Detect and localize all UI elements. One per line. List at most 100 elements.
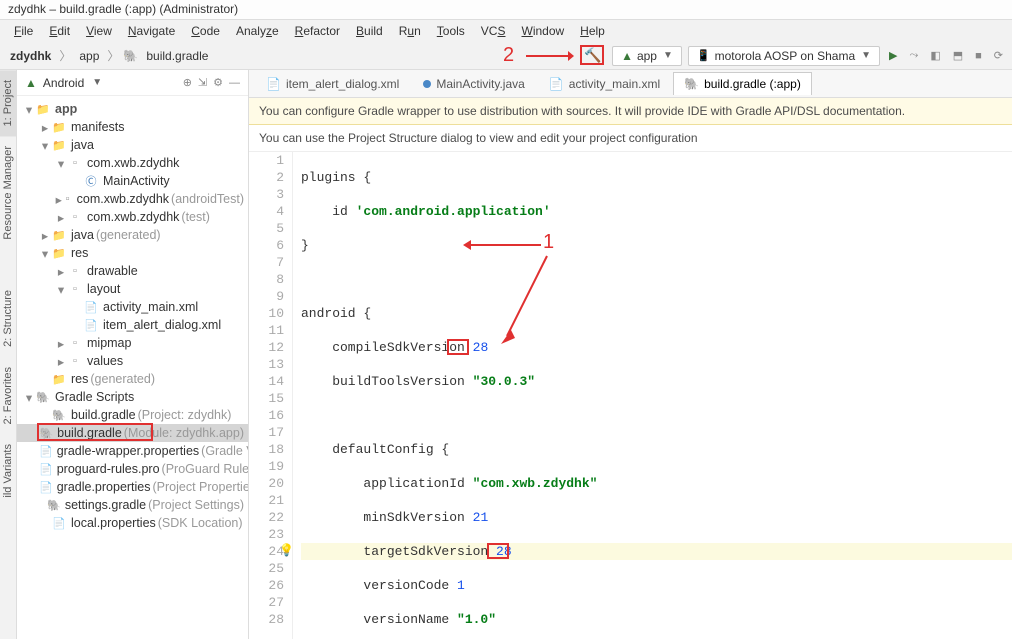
tree-file-build-gradle-module[interactable]: 🐘build.gradle(Module: zdydhk.app): [17, 424, 248, 442]
folder-icon: 📁: [51, 227, 67, 243]
tree-file-gradle-properties[interactable]: 📄gradle.properties(Project Properties): [17, 478, 248, 496]
code-line[interactable]: [301, 407, 1012, 424]
code-line[interactable]: minSdkVersion 21: [301, 509, 1012, 526]
tree-node-mipmap[interactable]: ▸▫mipmap: [17, 334, 248, 352]
tree-node-layout[interactable]: ▾▫layout: [17, 280, 248, 298]
menu-file[interactable]: File: [8, 22, 39, 40]
tree-node-gradle-scripts[interactable]: ▾🐘Gradle Scripts: [17, 388, 248, 406]
code-line[interactable]: defaultConfig {: [301, 441, 1012, 458]
run-config-dropdown[interactable]: ▲ app ▼: [612, 46, 682, 66]
properties-file-icon: 📄: [51, 515, 67, 531]
code-line-highlighted[interactable]: 💡 targetSdkVersion 28: [301, 543, 1012, 560]
tree-file-activity-main[interactable]: 📄activity_main.xml: [17, 298, 248, 316]
tool-window-stripe-left: 1: Project Resource Manager 2: Structure…: [0, 70, 17, 639]
code-editor[interactable]: 1234567891011121314151617181920212223242…: [249, 152, 1012, 639]
tree-node-package-test[interactable]: ▸▫com.xwb.zdydhk(test): [17, 208, 248, 226]
tree-node-res-gen[interactable]: 📁res(generated): [17, 370, 248, 388]
menu-window[interactable]: Window: [515, 22, 570, 40]
editor-tab[interactable]: 📄activity_main.xml: [538, 72, 671, 95]
menu-view[interactable]: View: [80, 22, 118, 40]
tree-node-drawable[interactable]: ▸▫drawable: [17, 262, 248, 280]
menu-edit[interactable]: Edit: [43, 22, 76, 40]
side-tab-structure[interactable]: 2: Structure: [0, 280, 16, 357]
menu-refactor[interactable]: Refactor: [289, 22, 346, 40]
line-gutter: 1234567891011121314151617181920212223242…: [249, 152, 293, 639]
xml-file-icon: 📄: [83, 317, 99, 333]
collapse-all-icon[interactable]: ⇲: [198, 76, 207, 89]
code-line[interactable]: versionCode 1: [301, 577, 1012, 594]
properties-file-icon: 📄: [39, 443, 53, 459]
menu-code[interactable]: Code: [185, 22, 226, 40]
editor-tab[interactable]: 📄item_alert_dialog.xml: [255, 72, 410, 95]
menu-help[interactable]: Help: [574, 22, 611, 40]
tree-node-java-gen[interactable]: ▸📁java(generated): [17, 226, 248, 244]
tree-file-gradle-wrapper[interactable]: 📄gradle-wrapper.properties(Gradle Versio…: [17, 442, 248, 460]
tree-node-java[interactable]: ▾📁java: [17, 136, 248, 154]
annotation-arrow-icon: [524, 48, 574, 64]
editor-tab-active[interactable]: 🐘build.gradle (:app): [673, 72, 812, 95]
android-icon: ▲: [621, 49, 633, 63]
intention-bulb-icon[interactable]: 💡: [279, 543, 294, 560]
profile-button[interactable]: ◧: [927, 49, 943, 62]
attach-button[interactable]: ⬒: [950, 49, 966, 62]
tree-node-app[interactable]: ▾📁app: [17, 100, 248, 118]
debug-button[interactable]: ⤳: [907, 49, 922, 62]
code-line[interactable]: }: [301, 237, 1012, 254]
code-line[interactable]: android {: [301, 305, 1012, 322]
code-line[interactable]: [301, 271, 1012, 288]
breadcrumb: zdydhk 〉 app 〉 🐘 build.gradle: [6, 47, 212, 65]
menu-run[interactable]: Run: [393, 22, 427, 40]
side-tab-resource-manager[interactable]: Resource Manager: [0, 136, 16, 250]
tree-node-package-androidtest[interactable]: ▸▫com.xwb.zdydhk(androidTest): [17, 190, 248, 208]
breadcrumb-project[interactable]: zdydhk: [6, 47, 55, 65]
code-line[interactable]: plugins {: [301, 169, 1012, 186]
project-view-selector[interactable]: Android: [43, 76, 84, 90]
tree-node-mainactivity[interactable]: ⒸMainActivity: [17, 172, 248, 190]
sync-button[interactable]: ⟳: [991, 49, 1006, 62]
editor-tabs: 📄item_alert_dialog.xml MainActivity.java…: [249, 70, 1012, 98]
side-tab-project[interactable]: 1: Project: [0, 70, 16, 136]
code-line[interactable]: applicationId "com.xwb.zdydhk": [301, 475, 1012, 492]
nav-toolbar: zdydhk 〉 app 〉 🐘 build.gradle 2 🔨 ▲ app …: [0, 42, 1012, 70]
package-icon: ▫: [67, 209, 83, 225]
hide-icon[interactable]: —: [229, 77, 240, 89]
module-icon: 📁: [35, 101, 51, 117]
tree-node-package[interactable]: ▾▫com.xwb.zdydhk: [17, 154, 248, 172]
side-tab-build-variants[interactable]: ild Variants: [0, 434, 16, 508]
device-dropdown[interactable]: 📱 motorola AOSP on Shama ▼: [688, 46, 880, 66]
stop-button[interactable]: ■: [972, 50, 985, 62]
project-tool-window: ▲ Android ▼ ⊕ ⇲ ⚙ — ▾📁app ▸📁manifests ▾📁…: [17, 70, 249, 639]
menu-build[interactable]: Build: [350, 22, 389, 40]
tree-file-settings-gradle[interactable]: 🐘settings.gradle(Project Settings): [17, 496, 248, 514]
editor-tab[interactable]: MainActivity.java: [412, 72, 535, 95]
run-button[interactable]: ▶: [886, 49, 900, 62]
menu-analyze[interactable]: Analyze: [230, 22, 285, 40]
tree-file-local-properties[interactable]: 📄local.properties(SDK Location): [17, 514, 248, 532]
editor-notification-project-structure: You can use the Project Structure dialog…: [249, 125, 1012, 152]
code-line[interactable]: compileSdkVersion 28: [301, 339, 1012, 356]
scroll-from-source-icon[interactable]: ⊕: [183, 76, 192, 89]
tree-file-item-alert[interactable]: 📄item_alert_dialog.xml: [17, 316, 248, 334]
menu-vcs[interactable]: VCS: [475, 22, 512, 40]
package-icon: ▫: [67, 155, 83, 171]
tree-node-res[interactable]: ▾📁res: [17, 244, 248, 262]
tree-file-proguard[interactable]: 📄proguard-rules.pro(ProGuard Rules): [17, 460, 248, 478]
project-view-header: ▲ Android ▼ ⊕ ⇲ ⚙ —: [17, 70, 248, 96]
tree-node-manifests[interactable]: ▸📁manifests: [17, 118, 248, 136]
tree-file-build-gradle-project[interactable]: 🐘build.gradle(Project: zdydhk): [17, 406, 248, 424]
make-project-button[interactable]: 🔨: [584, 47, 601, 64]
side-tab-favorites[interactable]: 2: Favorites: [0, 357, 16, 434]
tree-node-values[interactable]: ▸▫values: [17, 352, 248, 370]
breadcrumb-file[interactable]: build.gradle: [142, 47, 212, 65]
editor-area: 📄item_alert_dialog.xml MainActivity.java…: [249, 70, 1012, 639]
gear-icon[interactable]: ⚙: [213, 76, 223, 89]
menu-navigate[interactable]: Navigate: [122, 22, 181, 40]
menu-tools[interactable]: Tools: [431, 22, 471, 40]
code-content[interactable]: plugins { id 'com.android.application' }…: [293, 152, 1012, 639]
code-line[interactable]: versionName "1.0": [301, 611, 1012, 628]
code-line[interactable]: id 'com.android.application': [301, 203, 1012, 220]
breadcrumb-module[interactable]: app: [75, 47, 103, 65]
project-tree[interactable]: ▾📁app ▸📁manifests ▾📁java ▾▫com.xwb.zdydh…: [17, 96, 248, 639]
chevron-right-icon: 〉: [107, 47, 119, 64]
code-line[interactable]: buildToolsVersion "30.0.3": [301, 373, 1012, 390]
